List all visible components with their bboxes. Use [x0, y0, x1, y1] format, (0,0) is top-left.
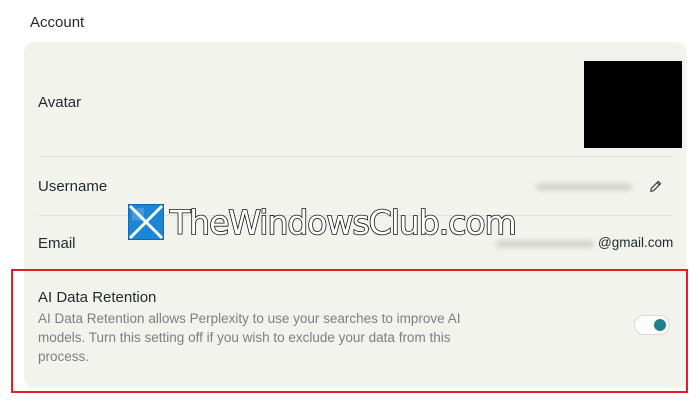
watermark-text: TheWindowsClub.com [169, 202, 517, 242]
email-suffix: @gmail.com [598, 235, 674, 250]
email-label: Email [38, 235, 76, 252]
username-label: Username [38, 178, 108, 195]
windows-logo-icon [128, 204, 164, 240]
username-value-redacted [536, 183, 632, 191]
section-title: Account [30, 14, 85, 31]
watermark: TheWindowsClub.com [128, 202, 518, 242]
avatar[interactable] [584, 61, 682, 148]
pencil-edit-icon[interactable] [649, 179, 663, 193]
avatar-label: Avatar [38, 94, 82, 111]
toggle-knob [654, 319, 666, 331]
retention-toggle[interactable] [634, 315, 670, 335]
retention-title: AI Data Retention [38, 289, 157, 306]
retention-description: AI Data Retention allows Perplexity to u… [38, 311, 461, 364]
divider-avatar [38, 156, 672, 157]
